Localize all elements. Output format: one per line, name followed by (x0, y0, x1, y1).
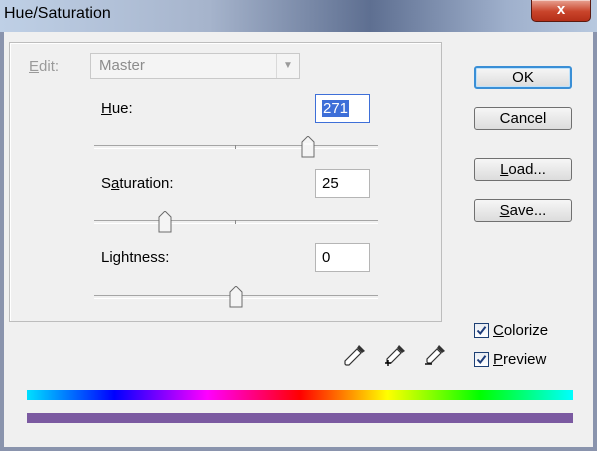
saturation-slider-center-tick (235, 220, 236, 224)
input-spectrum-bar (27, 390, 573, 400)
hue-value: 271 (322, 100, 350, 117)
eyedropper-add-icon[interactable] (382, 342, 408, 368)
window-title: Hue/Saturation (4, 5, 111, 22)
hue-input[interactable]: 271 (315, 94, 370, 123)
load-button[interactable]: Load... (474, 158, 572, 181)
eyedropper-subtract-icon[interactable] (422, 342, 448, 368)
hue-slider-center-tick (235, 145, 236, 149)
saturation-input[interactable]: 25 (315, 169, 370, 198)
checkmark-icon (476, 326, 487, 336)
title-bar: Hue/Saturation x (0, 0, 597, 32)
chevron-down-icon: ▼ (276, 54, 299, 78)
hue-slider-thumb[interactable] (301, 136, 315, 158)
output-color-bar (27, 413, 573, 423)
preview-label[interactable]: Preview (493, 351, 546, 368)
close-icon: x (556, 1, 566, 18)
lightness-label: Lightness: (101, 249, 170, 266)
close-button[interactable]: x (531, 0, 591, 22)
saturation-value: 25 (322, 175, 339, 192)
colorize-checkbox[interactable] (474, 323, 489, 338)
edit-label: Edit: (25, 58, 64, 75)
hue-slider-track[interactable] (94, 145, 378, 149)
hue-label: Hue: (101, 100, 133, 117)
checkmark-icon (476, 355, 487, 365)
lightness-slider-thumb[interactable] (229, 286, 243, 308)
edit-channel-value: Master (99, 57, 145, 74)
cancel-button[interactable]: Cancel (474, 107, 572, 130)
save-button[interactable]: Save... (474, 199, 572, 222)
lightness-input[interactable]: 0 (315, 243, 370, 272)
colorize-label[interactable]: Colorize (493, 322, 548, 339)
saturation-label: Saturation: (101, 175, 174, 192)
saturation-slider-thumb[interactable] (158, 211, 172, 233)
edit-group-frame (9, 42, 442, 322)
lightness-value: 0 (322, 249, 331, 266)
saturation-slider-track[interactable] (94, 220, 378, 224)
ok-button[interactable]: OK (474, 66, 572, 89)
eyedropper-icon[interactable] (342, 342, 368, 368)
preview-checkbox[interactable] (474, 352, 489, 367)
edit-channel-select[interactable]: Master ▼ (90, 53, 300, 79)
dialog-body: Edit: Master ▼ Hue: 271 Saturation: 25 L… (4, 32, 593, 447)
